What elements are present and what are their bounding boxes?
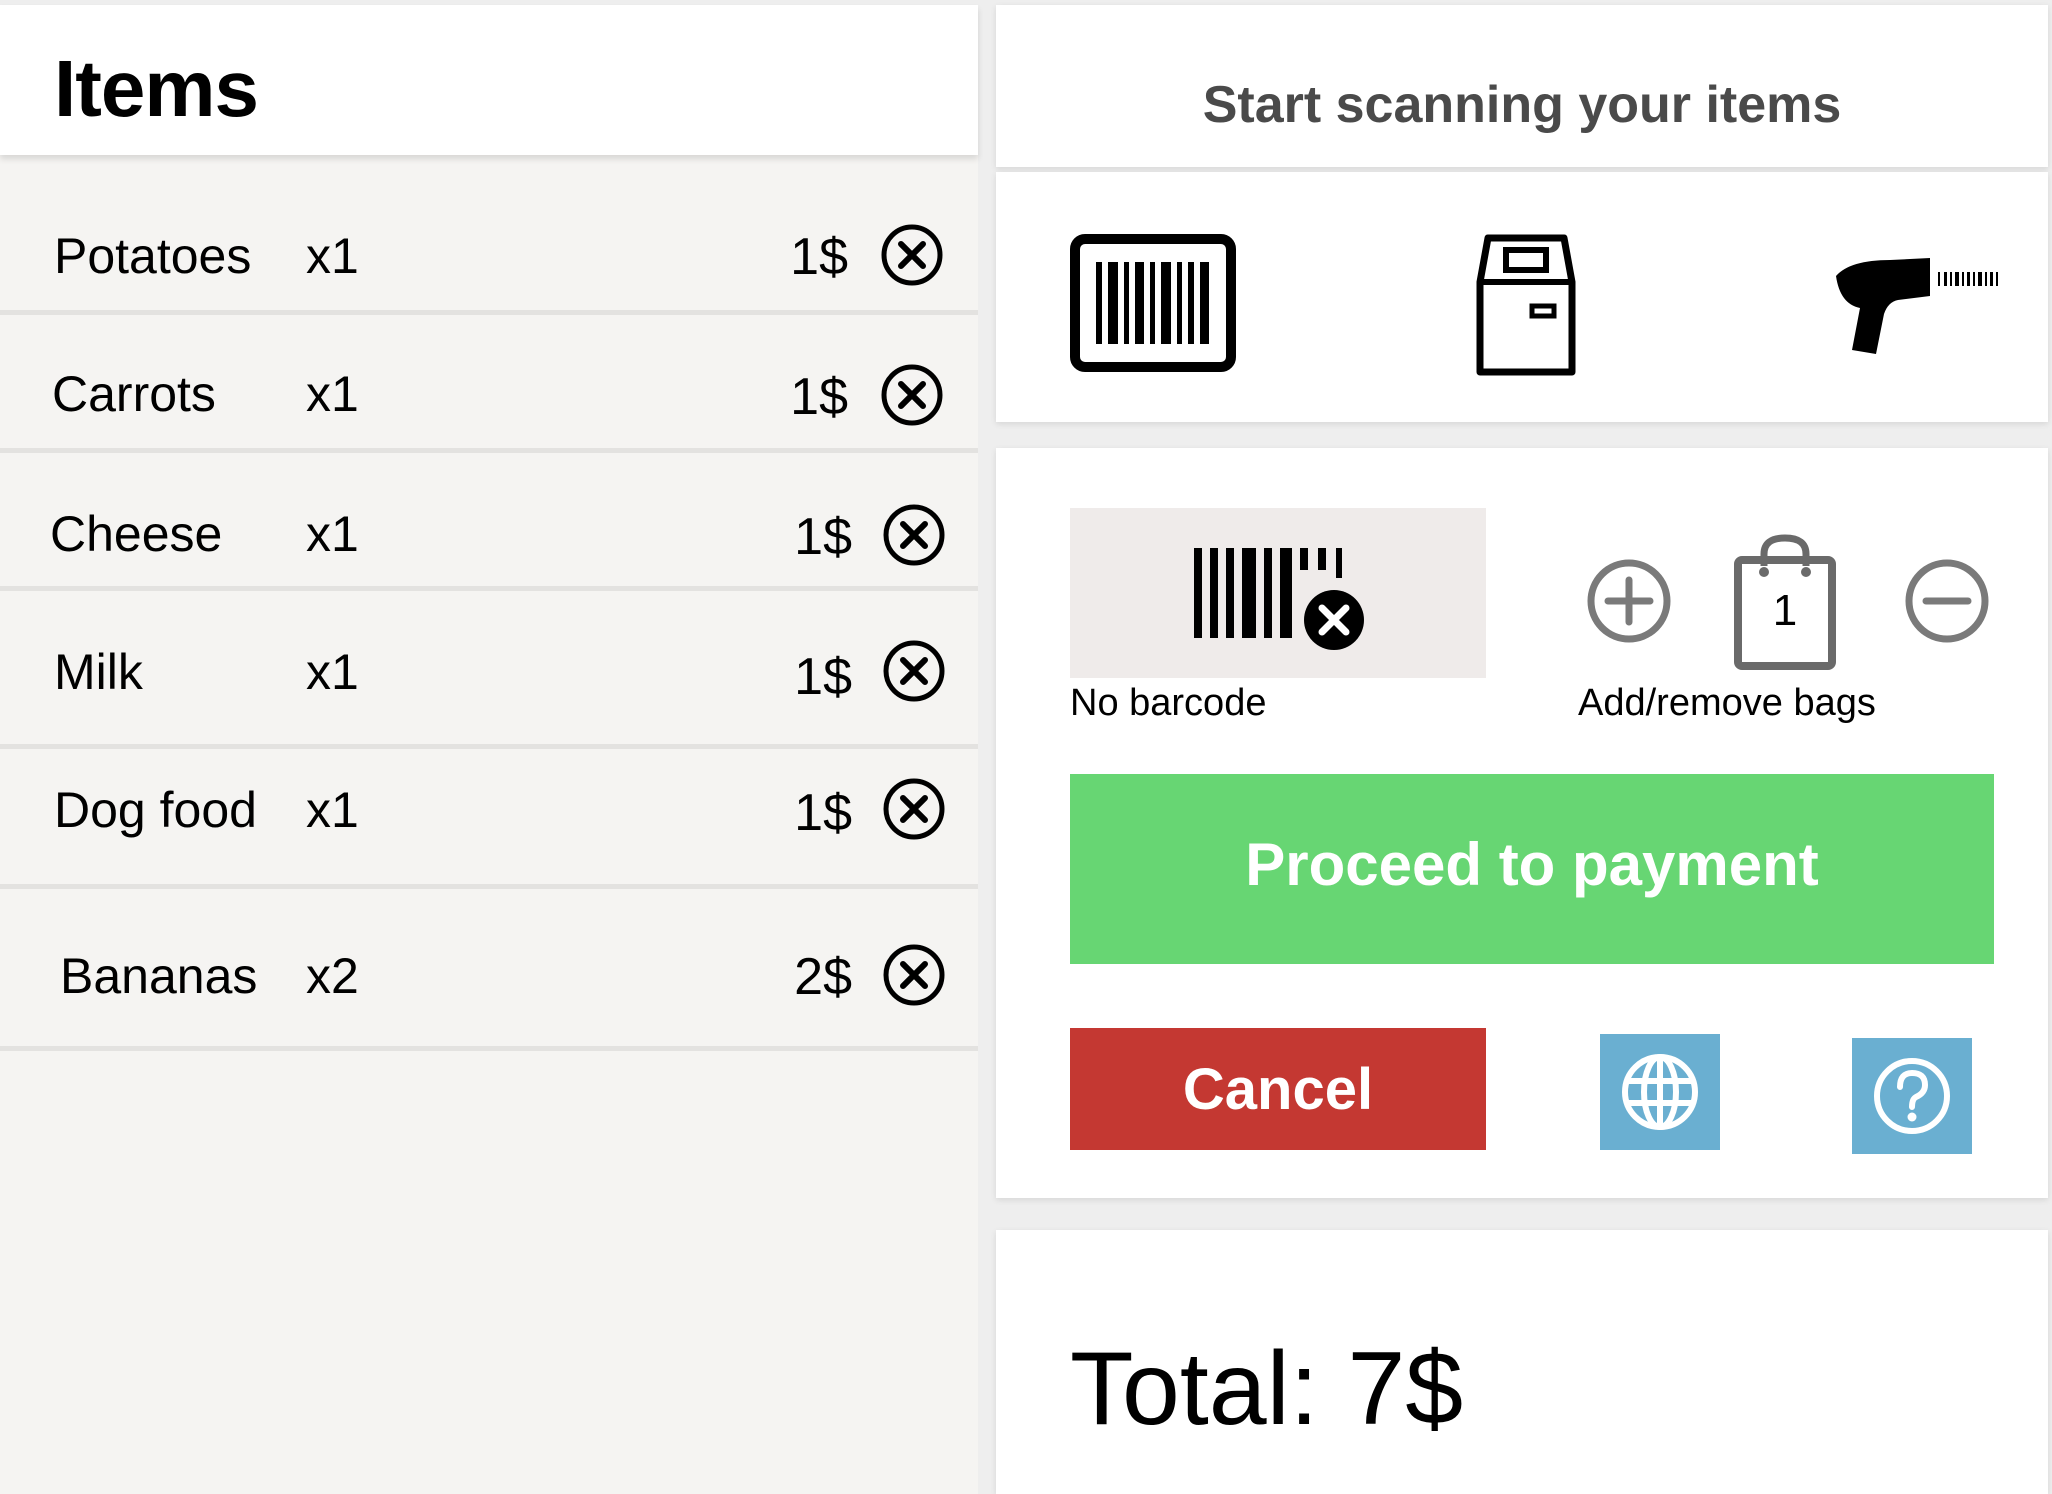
remove-bag-button[interactable] xyxy=(1904,558,1990,649)
globe-icon xyxy=(1622,1054,1698,1130)
list-item: Dog food x1 1$ xyxy=(0,749,978,889)
item-price: 2$ xyxy=(794,948,852,1006)
remove-circle-icon xyxy=(883,640,945,702)
remove-item-button[interactable] xyxy=(882,777,946,841)
scan-title: Start scanning your items xyxy=(1202,76,1842,134)
remove-item-button[interactable] xyxy=(882,943,946,1007)
remove-item-button[interactable] xyxy=(882,503,946,567)
remove-item-button[interactable] xyxy=(880,223,944,287)
item-name: Carrots xyxy=(52,366,216,422)
item-price: 1$ xyxy=(794,648,852,706)
cancel-button[interactable]: Cancel xyxy=(1070,1028,1486,1150)
list-item: Potatoes x1 1$ xyxy=(0,177,978,315)
item-name: Dog food xyxy=(54,782,257,838)
item-price: 1$ xyxy=(794,784,852,842)
item-price: 1$ xyxy=(790,228,848,286)
scan-header-card: Start scanning your items xyxy=(996,5,2048,167)
remove-item-button[interactable] xyxy=(880,363,944,427)
item-quantity: x1 xyxy=(306,782,359,838)
proceed-to-payment-button[interactable]: Proceed to payment xyxy=(1070,774,1994,964)
no-barcode-button[interactable] xyxy=(1070,508,1486,678)
actions-card: No barcode 1 Add/remove bags Proceed to … xyxy=(996,448,2048,1198)
total-amount: Total: 7$ xyxy=(1070,1331,1464,1447)
help-icon xyxy=(1874,1058,1950,1134)
add-bag-button[interactable] xyxy=(1586,558,1672,649)
scale-kiosk-icon xyxy=(1476,234,1576,376)
barcode-scanner-icon xyxy=(1836,258,1998,354)
list-item: Milk x1 1$ xyxy=(0,591,978,749)
scan-methods-card xyxy=(996,172,2048,422)
item-quantity: x1 xyxy=(306,366,359,422)
list-item: Carrots x1 1$ xyxy=(0,315,978,453)
item-name: Cheese xyxy=(50,506,223,562)
item-quantity: x1 xyxy=(306,228,359,284)
barcode-icon xyxy=(1070,234,1236,372)
item-price: 1$ xyxy=(790,368,848,426)
minus-circle-icon xyxy=(1905,559,1989,643)
plus-circle-icon xyxy=(1587,559,1671,643)
no-barcode-label: No barcode xyxy=(1070,682,1267,724)
bags-label: Add/remove bags xyxy=(1578,682,1876,724)
item-name: Milk xyxy=(54,644,143,700)
language-button[interactable] xyxy=(1600,1034,1720,1150)
item-quantity: x1 xyxy=(306,644,359,700)
item-quantity: x2 xyxy=(306,948,359,1004)
bag-count: 1 xyxy=(1772,586,1798,635)
item-price: 1$ xyxy=(794,508,852,566)
bag-count-indicator: 1 xyxy=(1734,532,1836,672)
remove-circle-icon xyxy=(881,364,943,426)
total-card: Total: 7$ xyxy=(996,1230,2048,1494)
remove-circle-icon xyxy=(881,224,943,286)
item-name: Potatoes xyxy=(54,228,252,284)
checkout-screen: Items Potatoes x1 1$ Carrots x1 1$ Chees… xyxy=(0,0,2052,1494)
item-name: Bananas xyxy=(60,948,258,1004)
remove-circle-icon xyxy=(883,504,945,566)
help-button[interactable] xyxy=(1852,1038,1972,1154)
item-quantity: x1 xyxy=(306,506,359,562)
items-header: Items xyxy=(0,5,978,155)
items-title: Items xyxy=(54,44,259,133)
remove-circle-icon xyxy=(883,944,945,1006)
remove-item-button[interactable] xyxy=(882,639,946,703)
list-item: Bananas x2 2$ xyxy=(0,889,978,1051)
no-barcode-icon xyxy=(1194,548,1370,656)
items-panel: Items Potatoes x1 1$ Carrots x1 1$ Chees… xyxy=(0,5,978,1494)
remove-circle-icon xyxy=(883,778,945,840)
list-item: Cheese x1 1$ xyxy=(0,453,978,591)
